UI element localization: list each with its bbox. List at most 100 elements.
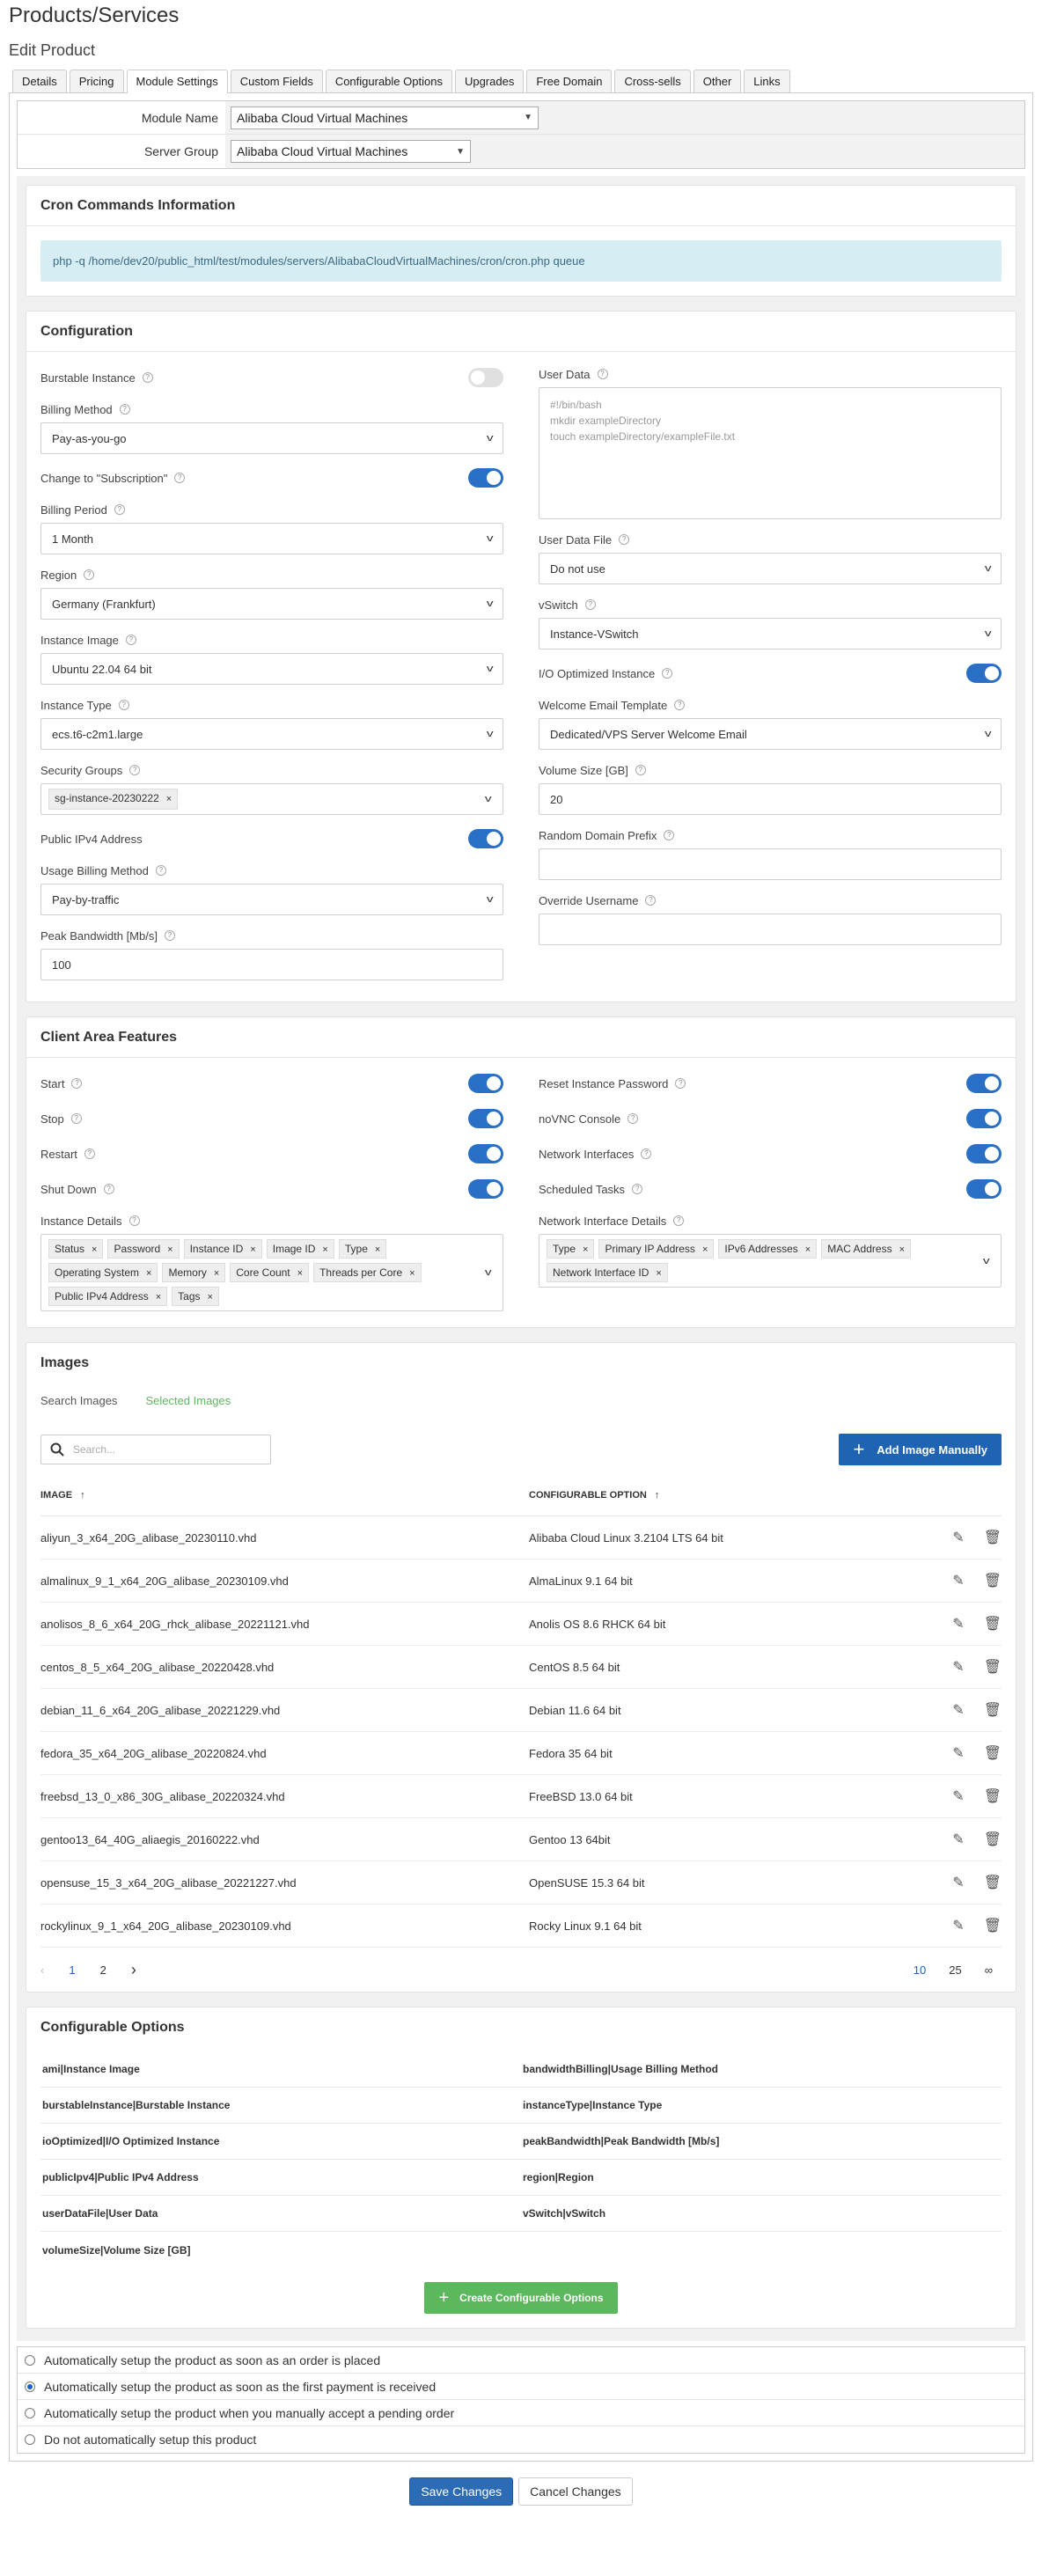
help-icon[interactable]: ? [662, 668, 673, 679]
tab-custom-fields[interactable]: Custom Fields [230, 70, 323, 92]
edit-icon[interactable]: ✎ [952, 1658, 964, 1676]
remove-icon[interactable]: × [92, 1244, 97, 1255]
trash-icon[interactable]: 🗑 [984, 1787, 1002, 1805]
help-icon[interactable]: ? [627, 1113, 639, 1124]
edit-icon[interactable]: ✎ [952, 1572, 964, 1589]
trash-icon[interactable]: 🗑 [984, 1529, 1002, 1546]
override-username-input[interactable] [539, 914, 1002, 945]
page-size-option[interactable]: 10 [914, 1963, 926, 1977]
shutdown-toggle[interactable] [468, 1179, 503, 1199]
tab-details[interactable]: Details [12, 70, 67, 92]
change-subscription-toggle[interactable] [468, 468, 503, 488]
edit-icon[interactable]: ✎ [952, 1615, 964, 1633]
tab-links[interactable]: Links [744, 70, 790, 92]
help-icon[interactable]: ? [142, 372, 153, 383]
user-data-textarea[interactable]: #!/bin/bash mkdir exampleDirectory touch e… [539, 387, 1002, 519]
help-icon[interactable]: ? [164, 930, 175, 941]
edit-icon[interactable]: ✎ [952, 1874, 964, 1891]
edit-icon[interactable]: ✎ [952, 1701, 964, 1719]
trash-icon[interactable]: 🗑 [984, 1701, 1002, 1719]
vswitch-select[interactable]: Instance-VSwitch v [539, 618, 1002, 650]
radio-button[interactable] [25, 2354, 35, 2366]
tab-module-settings[interactable]: Module Settings [126, 70, 228, 93]
chevron-left-icon[interactable]: ‹ [40, 1963, 44, 1977]
billing-method-select[interactable]: Pay-as-you-go v [40, 422, 503, 454]
remove-icon[interactable]: × [166, 794, 172, 804]
edit-icon[interactable]: ✎ [952, 1787, 964, 1805]
col-option[interactable]: CONFIGURABLE OPTION ↑ [529, 1490, 940, 1501]
region-select[interactable]: Germany (Frankfurt) v [40, 588, 503, 620]
edit-icon[interactable]: ✎ [952, 1831, 964, 1848]
trash-icon[interactable]: 🗑 [984, 1874, 1002, 1891]
remove-icon[interactable]: × [899, 1244, 905, 1255]
tab-pricing[interactable]: Pricing [69, 70, 124, 92]
edit-icon[interactable]: ✎ [952, 1744, 964, 1762]
network-interfaces-toggle[interactable] [966, 1144, 1002, 1163]
billing-period-select[interactable]: 1 Month v [40, 523, 503, 554]
help-icon[interactable]: ? [645, 895, 657, 906]
help-icon[interactable]: ? [641, 1149, 652, 1159]
edit-icon[interactable]: ✎ [952, 1529, 964, 1546]
burstable-toggle[interactable] [468, 368, 503, 387]
help-icon[interactable]: ? [129, 765, 141, 775]
create-options-button[interactable]: + Create Configurable Options [424, 2282, 618, 2314]
radio-button[interactable] [25, 2381, 35, 2392]
remove-icon[interactable]: × [322, 1244, 327, 1255]
tab-free-domain[interactable]: Free Domain [526, 70, 613, 92]
setup-option-payment[interactable]: Automatically setup the product as soon … [18, 2374, 1024, 2400]
cancel-button[interactable]: Cancel Changes [518, 2477, 633, 2506]
help-icon[interactable]: ? [632, 1184, 643, 1194]
help-icon[interactable]: ? [114, 504, 125, 515]
trash-icon[interactable]: 🗑 [984, 1744, 1002, 1762]
radio-button[interactable] [25, 2407, 35, 2418]
user-data-file-select[interactable]: Do not use v [539, 553, 1002, 584]
tab-other[interactable]: Other [693, 70, 742, 92]
remove-icon[interactable]: × [702, 1244, 708, 1255]
help-icon[interactable]: ? [155, 865, 166, 876]
trash-icon[interactable]: 🗑 [984, 1917, 1002, 1934]
help-icon[interactable]: ? [635, 765, 646, 775]
tab-cross-sells[interactable]: Cross-sells [614, 70, 691, 92]
setup-option-order[interactable]: Automatically setup the product as soon … [18, 2347, 1024, 2374]
remove-icon[interactable]: × [208, 1292, 213, 1303]
tab-configurable-options[interactable]: Configurable Options [325, 70, 452, 92]
save-button[interactable]: Save Changes [409, 2477, 514, 2506]
chevron-right-icon[interactable]: › [131, 1961, 136, 1979]
help-icon[interactable]: ? [673, 1215, 685, 1226]
remove-icon[interactable]: × [805, 1244, 811, 1255]
trash-icon[interactable]: 🗑 [984, 1615, 1002, 1633]
public-ipv4-toggle[interactable] [468, 829, 503, 848]
help-icon[interactable]: ? [675, 1078, 686, 1089]
peak-bandwidth-input[interactable]: 100 [40, 949, 503, 980]
help-icon[interactable]: ? [71, 1078, 83, 1089]
trash-icon[interactable]: 🗑 [984, 1831, 1002, 1848]
scheduled-tasks-toggle[interactable] [966, 1179, 1002, 1199]
remove-icon[interactable]: × [214, 1268, 219, 1279]
page-link[interactable]: 1 [69, 1963, 75, 1977]
help-icon[interactable]: ? [125, 635, 136, 645]
tab-selected-images[interactable]: Selected Images [145, 1394, 231, 1407]
security-groups-select[interactable]: sg-instance-20230222 × v [40, 783, 503, 815]
page-size-option[interactable]: 25 [949, 1963, 961, 1977]
remove-icon[interactable]: × [167, 1244, 172, 1255]
page-link[interactable]: 2 [100, 1963, 106, 1977]
edit-icon[interactable]: ✎ [952, 1917, 964, 1934]
random-prefix-input[interactable] [539, 848, 1002, 880]
instance-type-select[interactable]: ecs.t6-c2m1.large v [40, 718, 503, 750]
stop-toggle[interactable] [468, 1109, 503, 1128]
help-icon[interactable]: ? [103, 1184, 114, 1194]
help-icon[interactable]: ? [674, 700, 686, 710]
volume-size-input[interactable]: 20 [539, 783, 1002, 815]
tab-upgrades[interactable]: Upgrades [454, 70, 525, 92]
start-toggle[interactable] [468, 1074, 503, 1093]
help-icon[interactable]: ? [174, 473, 186, 483]
help-icon[interactable]: ? [664, 830, 675, 840]
remove-icon[interactable]: × [375, 1244, 380, 1255]
help-icon[interactable]: ? [128, 1215, 140, 1226]
help-icon[interactable]: ? [619, 534, 630, 545]
remove-icon[interactable]: × [297, 1268, 303, 1279]
help-icon[interactable]: ? [84, 569, 95, 580]
help-icon[interactable]: ? [84, 1149, 95, 1159]
net-details-select[interactable]: Type × Primary IP Address × IPv6 Addresses… [539, 1234, 1002, 1288]
usage-billing-select[interactable]: Pay-by-traffic v [40, 884, 503, 915]
